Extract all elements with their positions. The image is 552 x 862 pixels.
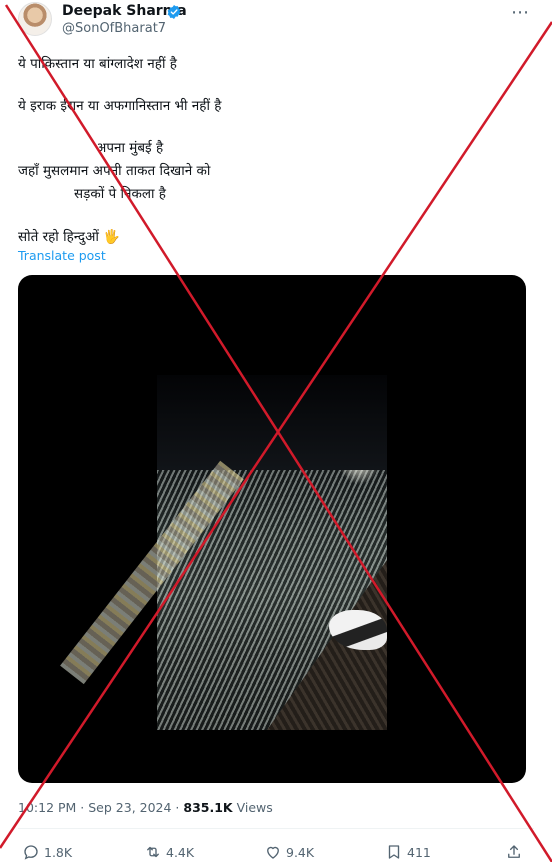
reply-icon (24, 845, 38, 860)
heart-icon (267, 846, 279, 859)
repost-count: 4.4K (166, 844, 195, 860)
post-text-line: सोते रहो हिन्दुओं 🖐 (18, 229, 120, 245)
post-text-line: सड़कों पे निकला है (74, 186, 166, 202)
share-button[interactable] (505, 842, 523, 862)
bookmark-icon (388, 845, 400, 859)
like-count: 9.4K (286, 844, 315, 860)
share-icon (508, 845, 520, 858)
views-label: Views (236, 800, 273, 815)
avatar[interactable] (18, 2, 52, 36)
video-player[interactable] (18, 275, 526, 783)
post-text-line: अपना मुंबई है (96, 140, 164, 156)
repost-button[interactable]: 4.4K (144, 842, 194, 862)
meta-separator: · (76, 800, 89, 815)
bookmark-count: 411 (407, 844, 431, 860)
post-date[interactable]: Sep 23, 2024 (88, 800, 171, 815)
divider (18, 828, 534, 829)
verified-badge-icon (167, 5, 181, 19)
meta-separator: · (171, 800, 184, 815)
more-options-icon[interactable]: ⋯ (511, 2, 530, 23)
tweet: Deepak Sharma @SonOfBharat7 ⋯ ये पाकिस्त… (0, 0, 552, 862)
author-handle[interactable]: @SonOfBharat7 (62, 21, 166, 36)
post-meta: 10:12 PM · Sep 23, 2024 · 835.1K Views (18, 800, 273, 815)
reply-count: 1.8K (44, 844, 73, 860)
post-time[interactable]: 10:12 PM (18, 800, 76, 815)
post-text-line: जहाँ मुसलमान अपनी ताकत दिखाने को (18, 163, 211, 179)
video-road-traffic (60, 460, 244, 685)
bookmark-button[interactable]: 411 (385, 842, 431, 862)
video-thumbnail[interactable] (60, 375, 387, 730)
repost-icon (147, 846, 159, 858)
post-text-line: ये पाकिस्तान या बांग्लादेश नहीं है (18, 56, 177, 72)
translate-post-link[interactable]: Translate post (18, 248, 106, 263)
post-text-line: ये इराक ईरान या अफगानिस्तान भी नहीं है (18, 98, 222, 114)
views-count: 835.1K (183, 800, 233, 815)
reply-button[interactable]: 1.8K (22, 842, 72, 862)
like-button[interactable]: 9.4K (264, 842, 314, 862)
video-night-sky (157, 375, 387, 470)
